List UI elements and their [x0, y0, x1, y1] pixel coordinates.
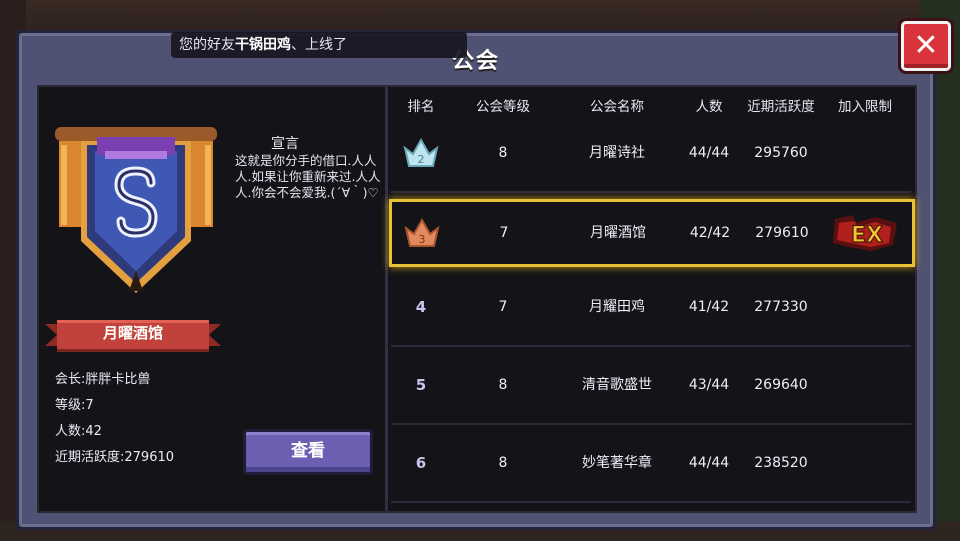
table-row[interactable]: 2 8 月曜诗社 44/44 295760	[391, 115, 911, 193]
name-cell: 月耀田鸡	[589, 299, 645, 315]
header-rank: 排名	[407, 99, 435, 115]
members-value: 42	[85, 424, 102, 439]
table-row[interactable]: 5 8 清音歌盛世 43/44 269640	[391, 347, 911, 425]
limit-cell: EX	[828, 202, 904, 264]
guild-name-ribbon: 月曜酒馆	[45, 316, 221, 352]
rank-number: 2	[418, 153, 425, 166]
header-limit: 加入限制	[838, 99, 892, 115]
header-members: 人数	[695, 99, 723, 115]
silver-crown-icon: 2	[403, 137, 439, 167]
table-header: 排名 公会等级 公会名称 人数 近期活跃度 加入限制	[391, 89, 913, 117]
activity-label: 近期活跃度:	[55, 450, 125, 465]
leader-info: 会长:胖胖卡比兽	[55, 368, 150, 387]
members-cell: 44/44	[688, 145, 730, 161]
activity-value: 279610	[124, 450, 175, 465]
members-cell: 41/42	[688, 299, 730, 315]
members-info: 人数:42	[55, 420, 102, 439]
guild-window: 公会 ✕ 宣言 这就是你分手的借口.人人人.如果让你重新来过.人人人.你会不会爱…	[16, 21, 951, 530]
activity-cell: 295760	[754, 145, 808, 161]
close-icon: ✕	[913, 28, 939, 63]
activity-cell: 238520	[754, 455, 808, 471]
table-row[interactable]: 4 7 月耀田鸡 41/42 277330	[391, 269, 911, 347]
view-button[interactable]: 查看	[243, 429, 373, 475]
level-info: 等级:7	[55, 394, 94, 413]
level-cell: 7	[498, 299, 508, 315]
declaration-text: 这就是你分手的借口.人人人.如果让你重新来过.人人人.你会不会爱我.(´∀｀)♡	[235, 153, 381, 200]
toast-friend-name: 干锅田鸡	[235, 37, 291, 53]
bronze-crown-icon: 3	[404, 217, 440, 247]
guild-name: 月曜酒馆	[102, 324, 163, 342]
table-row-highlighted[interactable]: 3 7 月曜酒馆 42/42 279610 EX	[389, 199, 915, 267]
window-title: 公会	[451, 49, 500, 74]
guild-detail-panel: 宣言 这就是你分手的借口.人人人.如果让你重新来过.人人人.你会不会爱我.(´∀…	[39, 87, 385, 511]
level-cell: 8	[498, 455, 508, 471]
declaration-title: 宣言	[271, 136, 299, 152]
members-cell: 42/42	[689, 225, 731, 241]
friend-online-toast: 您的好友干锅田鸡、上线了	[171, 32, 467, 58]
ex-badge-icon: EX	[833, 215, 897, 251]
content-panel: 宣言 这就是你分手的借口.人人人.如果让你重新来过.人人人.你会不会爱我.(´∀…	[37, 85, 917, 513]
toast-suffix: 、上线了	[291, 37, 347, 53]
leader-label: 会长:	[55, 372, 86, 387]
header-name: 公会名称	[590, 99, 644, 115]
level-cell: 7	[499, 225, 509, 241]
guild-ranking-table: 排名 公会等级 公会名称 人数 近期活跃度 加入限制 2 8 月曜诗社 44/4…	[389, 87, 915, 511]
activity-cell: 279610	[755, 225, 809, 241]
table-row[interactable]: 6 8 妙笔著华章 44/44 238520	[391, 425, 911, 503]
level-label: 等级:	[55, 398, 86, 413]
leader-value: 胖胖卡比兽	[85, 372, 151, 387]
name-cell: 妙笔著华章	[582, 455, 652, 471]
rank-cell: 3	[400, 202, 444, 264]
members-cell: 44/44	[688, 455, 730, 471]
title-bar: 公会	[19, 33, 933, 81]
close-button[interactable]: ✕	[901, 21, 951, 71]
level-cell: 8	[498, 377, 508, 393]
rank-cell: 4	[415, 298, 427, 316]
level-value: 7	[85, 398, 94, 413]
members-label: 人数:	[55, 424, 86, 439]
svg-text:EX: EX	[851, 223, 883, 248]
name-cell: 月曜诗社	[589, 145, 645, 161]
activity-info: 近期活跃度:279610	[55, 446, 174, 465]
toast-prefix: 您的好友	[179, 37, 235, 53]
rank-number: 3	[419, 233, 426, 246]
level-cell: 8	[498, 145, 508, 161]
header-activity: 近期活跃度	[747, 99, 815, 115]
activity-cell: 277330	[754, 299, 808, 315]
header-level: 公会等级	[476, 99, 530, 115]
rank-cell: 6	[415, 454, 427, 472]
rank-cell: 5	[415, 376, 427, 394]
name-cell: 月曜酒馆	[590, 225, 646, 241]
panel-divider	[385, 87, 388, 511]
members-cell: 43/44	[688, 377, 730, 393]
guild-banner-emblem-icon	[55, 127, 217, 293]
rank-cell: 2	[399, 115, 443, 191]
activity-cell: 269640	[754, 377, 808, 393]
name-cell: 清音歌盛世	[582, 377, 652, 393]
